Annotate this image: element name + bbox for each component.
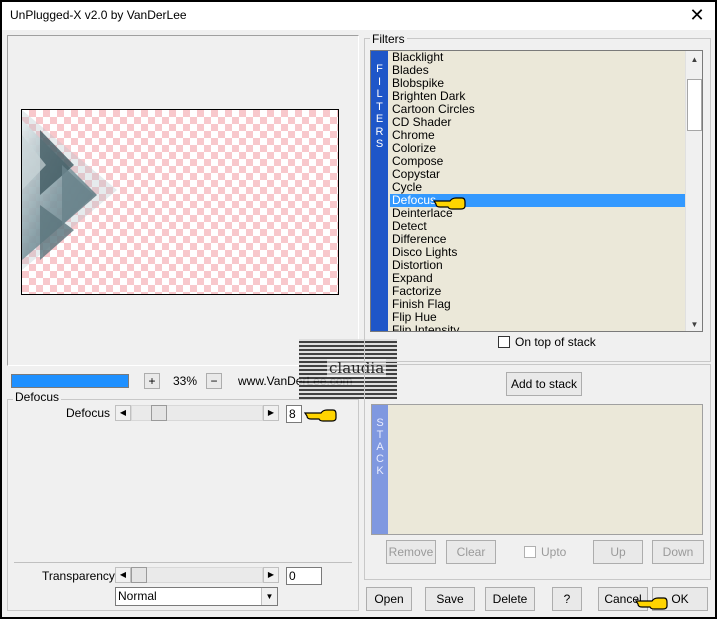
- pointing-hand-icon: [303, 409, 337, 422]
- zoom-out-button[interactable]: −: [206, 373, 222, 389]
- stack-list[interactable]: STACK: [371, 404, 703, 535]
- filter-list-item[interactable]: Flip Intensity: [390, 324, 686, 332]
- transparency-slider[interactable]: [131, 567, 263, 583]
- defocus-value-field[interactable]: 8: [286, 405, 302, 423]
- filters-group-label: Filters: [370, 32, 407, 46]
- plugin-window: UnPlugged-X v2.0 by VanDerLee ✕ + 33% −: [2, 2, 715, 617]
- scroll-down-arrow-icon[interactable]: ▼: [686, 316, 702, 331]
- stack-strip: STACK: [372, 405, 388, 534]
- progress-fill: [12, 375, 128, 387]
- pointing-hand-icon: [432, 197, 466, 210]
- add-to-stack-button[interactable]: Add to stack: [506, 372, 582, 396]
- filter-list[interactable]: FILTERS Blacklight Blades Blobspike Brighte…: [370, 50, 703, 332]
- defocus-right-arrow[interactable]: ▶: [263, 405, 279, 421]
- on-top-of-stack-label: On top of stack: [515, 335, 596, 349]
- upto-label: Upto: [541, 545, 567, 559]
- save-button[interactable]: Save: [425, 587, 475, 611]
- scrollbar-thumb[interactable]: [687, 79, 702, 131]
- upto-checkbox[interactable]: [524, 546, 536, 558]
- pointing-hand-icon: [634, 597, 668, 610]
- transparency-divider: [14, 562, 352, 563]
- transparency-value-field[interactable]: 0: [286, 567, 322, 585]
- down-button[interactable]: Down: [652, 540, 704, 564]
- filter-items: Blacklight Blades Blobspike Brighten Dark Ca…: [390, 51, 686, 332]
- title-bar: UnPlugged-X v2.0 by VanDerLee ✕: [2, 2, 715, 30]
- defocus-slider-thumb[interactable]: [151, 405, 167, 421]
- progress-bar: [11, 374, 129, 388]
- filters-strip-text: FILTERS: [375, 63, 384, 150]
- stack-strip-text: STACK: [376, 417, 384, 477]
- filter-list-item[interactable]: Blacklight: [390, 51, 686, 64]
- filters-strip: FILTERS: [371, 51, 388, 331]
- blend-mode-select[interactable]: Normal ▼: [115, 587, 278, 606]
- zoom-value: 33%: [173, 374, 198, 388]
- transparency-right-arrow[interactable]: ▶: [263, 567, 279, 583]
- scroll-up-arrow-icon[interactable]: ▲: [686, 51, 702, 68]
- transparency-label: Transparency: [42, 569, 115, 583]
- help-button[interactable]: ?: [552, 587, 582, 611]
- on-top-of-stack-checkbox[interactable]: [498, 336, 510, 348]
- transparency-slider-thumb[interactable]: [131, 567, 147, 583]
- filter-list-scrollbar[interactable]: ▲ ▼: [685, 51, 702, 331]
- delete-button[interactable]: Delete: [485, 587, 535, 611]
- open-button[interactable]: Open: [366, 587, 412, 611]
- filter-list-item[interactable]: Distortion: [390, 259, 686, 272]
- defocus-label: Defocus: [66, 406, 111, 420]
- window-title: UnPlugged-X v2.0 by VanDerLee: [10, 8, 187, 22]
- chevron-down-icon[interactable]: ▼: [261, 588, 277, 605]
- defocus-group-label: Defocus: [13, 390, 62, 404]
- transparency-left-arrow[interactable]: ◀: [115, 567, 131, 583]
- preview-image[interactable]: [21, 109, 339, 295]
- zoom-in-button[interactable]: +: [144, 373, 160, 389]
- up-button[interactable]: Up: [593, 540, 643, 564]
- remove-button[interactable]: Remove: [386, 540, 436, 564]
- filter-list-item[interactable]: Copystar: [390, 168, 686, 181]
- clear-button[interactable]: Clear: [446, 540, 496, 564]
- blend-mode-value: Normal: [118, 589, 157, 603]
- preview-diamond-graphic: [22, 110, 117, 270]
- close-icon[interactable]: ✕: [687, 4, 707, 26]
- defocus-left-arrow[interactable]: ◀: [115, 405, 131, 421]
